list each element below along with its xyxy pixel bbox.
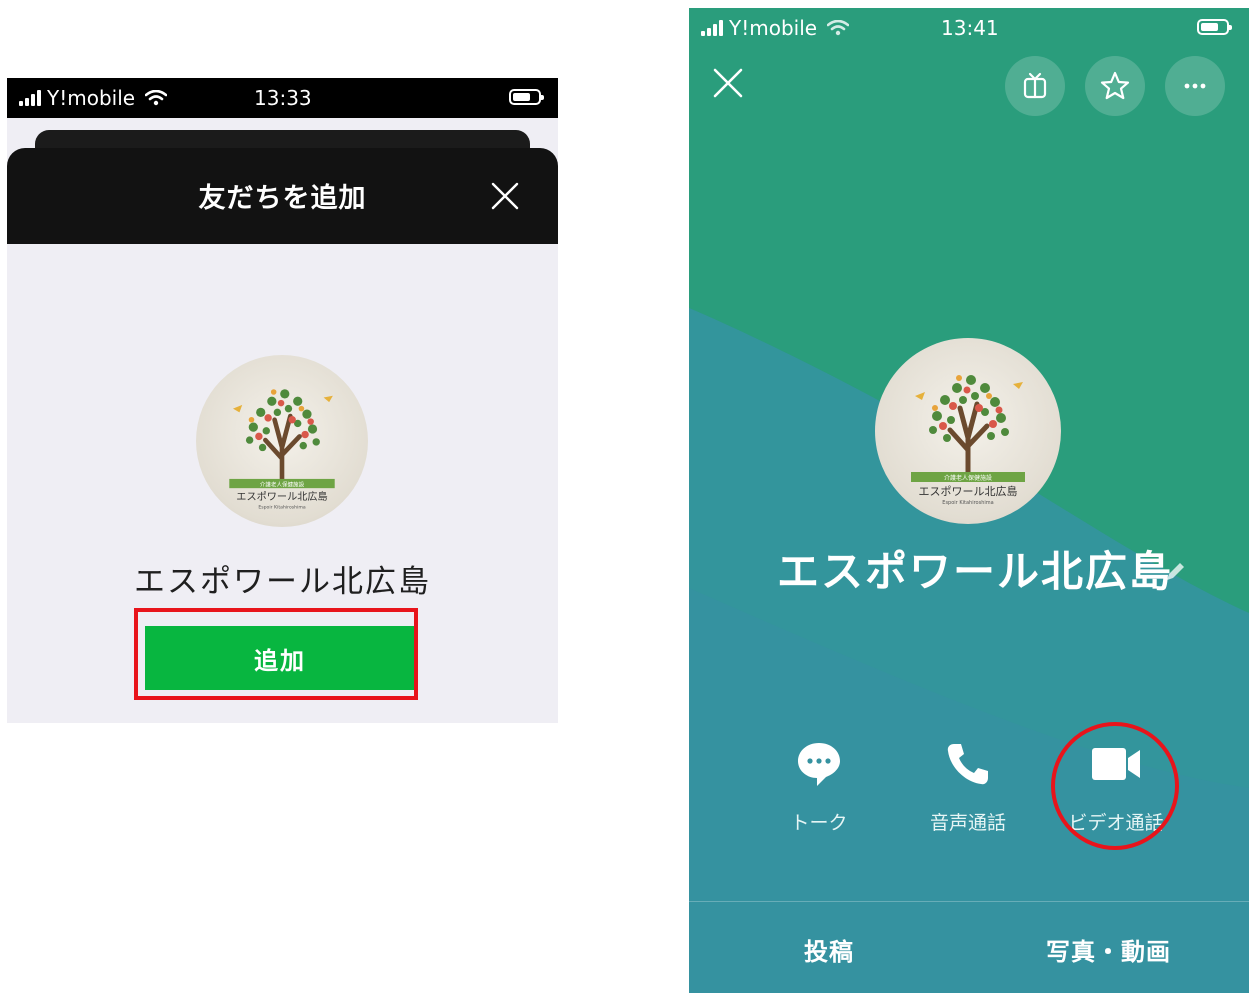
page-title: 友だちを追加 bbox=[198, 183, 367, 214]
status-time: 13:41 bbox=[941, 16, 999, 40]
chat-bubble-icon bbox=[798, 743, 840, 786]
battery-icon bbox=[1197, 19, 1232, 35]
logo-caption-top: 介護老人保健施設 bbox=[944, 474, 992, 482]
edit-pencil-icon[interactable] bbox=[1163, 560, 1187, 584]
status-bar: Y!mobile 13:33 bbox=[7, 78, 558, 118]
talk-label: トーク bbox=[790, 812, 848, 834]
battery-icon bbox=[509, 89, 544, 105]
avatar[interactable]: 介護老人保健施設 エスポワール北広島 Espoir Kitahiroshima bbox=[875, 338, 1061, 524]
more-icon bbox=[1184, 83, 1206, 89]
highlight-rectangle bbox=[134, 608, 418, 700]
carrier-label: Y!mobile bbox=[47, 86, 136, 110]
logo-caption-sub: Espoir Kitahiroshima bbox=[942, 500, 993, 506]
voice-call-button[interactable]: 音声通話 bbox=[908, 736, 1028, 835]
tree-logo-icon: 介護老人保健施設 エスポワール北広島 Espoir Kitahiroshima bbox=[911, 375, 1025, 506]
tab-photos-videos[interactable]: 写真・動画 bbox=[1046, 932, 1171, 967]
profile-name: エスポワール北広島 bbox=[777, 547, 1174, 596]
avatar: 介護老人保健施設 エスポワール北広島 Espoir Kitahiroshima bbox=[196, 355, 368, 527]
tree-logo-icon: 介護老人保健施設 エスポワール北広島 Espoir Kitahiroshima bbox=[229, 389, 335, 511]
logo-caption-main: エスポワール北広島 bbox=[919, 484, 1018, 498]
divider bbox=[689, 901, 1249, 902]
signal-icon bbox=[19, 90, 41, 106]
status-time: 13:33 bbox=[254, 86, 312, 110]
keep-button[interactable] bbox=[1005, 56, 1065, 116]
wifi-icon bbox=[827, 20, 850, 36]
close-icon[interactable] bbox=[711, 66, 745, 100]
wifi-icon bbox=[145, 90, 168, 106]
logo-caption-main: エスポワール北広島 bbox=[236, 490, 327, 503]
highlight-circle bbox=[1051, 722, 1179, 850]
more-button[interactable] bbox=[1165, 56, 1225, 116]
signal-icon bbox=[701, 20, 723, 36]
profile-name: エスポワール北広島 bbox=[134, 564, 431, 600]
carrier-label: Y!mobile bbox=[729, 16, 818, 40]
logo-caption-sub: Espoir Kitahiroshima bbox=[258, 505, 306, 511]
keep-icon bbox=[1023, 72, 1047, 99]
close-icon[interactable] bbox=[490, 181, 520, 211]
voice-call-label: 音声通話 bbox=[929, 812, 1006, 834]
star-icon bbox=[1100, 71, 1130, 100]
favorite-button[interactable] bbox=[1085, 56, 1145, 116]
phone-icon bbox=[947, 744, 988, 785]
modal-header: 友だちを追加 bbox=[7, 148, 558, 244]
logo-caption-top: 介護老人保健施設 bbox=[260, 480, 305, 488]
profile-screen: Y!mobile 13:41 介護老人保健施設 エスポワール北広島 Espoir… bbox=[689, 8, 1249, 993]
add-friend-screen: Y!mobile 13:33 友だちを追加 介護老人保健施設 エスポワール北広島… bbox=[7, 78, 558, 723]
status-bar: Y!mobile 13:41 bbox=[689, 10, 1249, 46]
talk-button[interactable]: トーク bbox=[759, 736, 879, 835]
tab-posts[interactable]: 投稿 bbox=[804, 932, 854, 967]
